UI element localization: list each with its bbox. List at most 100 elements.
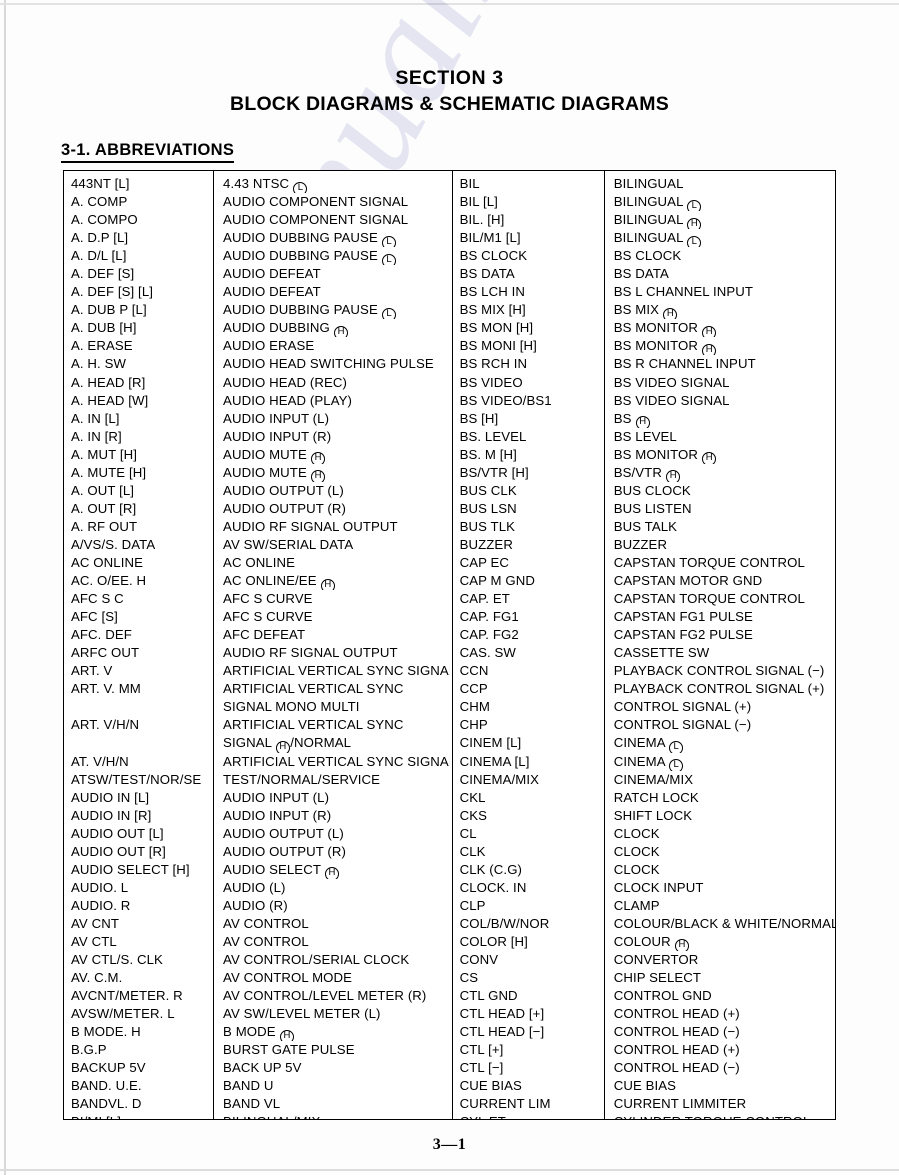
table-cell: AUDIO DUBBING PAUSE L: [214, 301, 450, 320]
table-cell: AUDIO COMPONENT SIGNAL: [223, 212, 409, 228]
table-cell: CAPSTAN MOTOR GND: [613, 573, 763, 589]
table-cell: CURRENT LIM: [459, 1096, 551, 1112]
table-cell: AC ONLINE/EE H: [214, 572, 450, 591]
table-cell: BS CLOCK: [459, 248, 528, 264]
table-cell: AUDIO SELECT [H]: [71, 861, 190, 877]
table-cell: CINEMA/MIX: [459, 771, 539, 787]
circled-letter-h-icon: H: [320, 578, 335, 591]
table-cell: BS/VTR H: [605, 464, 836, 482]
table-cell: AV SW/SERIAL DATA: [223, 536, 354, 552]
table-cell: BACKUP 5V: [71, 1060, 146, 1076]
table-cell: 4.43 NTSC L: [214, 175, 450, 194]
table-cell: CONTROL SIGNAL (−): [613, 717, 752, 733]
scan-edge-bottom: [0, 1169, 899, 1171]
table-cell: A. DEF [S]: [71, 266, 135, 282]
circled-letter-h-icon: H: [702, 452, 717, 464]
table-cell: CONTROL HEAD (+): [613, 1042, 740, 1058]
table-cell: A. COMP: [71, 194, 128, 210]
table-cell: CURRENT LIMMITER: [613, 1096, 747, 1112]
table-cell: CKS: [459, 807, 488, 823]
table-cell: B.G.P: [71, 1042, 107, 1058]
table-cell: BS/VTR [H]: [459, 464, 529, 480]
table-cell: BS [H]: [459, 410, 499, 426]
abbreviations-table: 443NT [L] A. COMP A. COMPO A. D.P [L] A. D/L…: [63, 170, 836, 1120]
table-cell: ARTIFICIAL VERTICAL SYNC SIGNAL: [223, 663, 450, 679]
table-cell: CLOCK INPUT: [613, 879, 704, 895]
circled-letter-l-icon: L: [293, 181, 308, 194]
table-cell: BUS LISTEN: [613, 500, 692, 516]
table-cell: AUDIO ERASE: [223, 338, 315, 354]
table-cell: AUDIO INPUT (R): [223, 807, 332, 823]
table-cell: CUE BIAS: [613, 1078, 677, 1094]
table-cell: BS MONITOR H: [605, 319, 836, 338]
table-cell: CONTROL GND: [613, 988, 712, 1004]
table-cell: AC ONLINE: [223, 554, 296, 570]
table-cell: AUDIO SELECT H: [214, 861, 450, 879]
table-cell: AUDIO DUBBING H: [214, 319, 450, 338]
table-cell: BIL [L]: [459, 194, 498, 210]
table-cell: BS DATA: [459, 266, 515, 282]
column-abbreviation-right: BIL BIL [L] BIL. [H] BIL/M1 [L] BS CLOCK BS D…: [453, 171, 605, 1119]
table-cell: AUDIO OUT [L]: [71, 825, 164, 841]
table-cell: CLK: [459, 843, 486, 859]
table-cell: BANDVL. D: [71, 1096, 142, 1112]
table-cell: AC. O/EE. H: [71, 573, 147, 589]
table-cell: BS H: [605, 410, 836, 428]
table-cell: ARFC OUT: [71, 645, 140, 661]
table-half-right: BIL BIL [L] BIL. [H] BIL/M1 [L] BS CLOCK BS D…: [451, 171, 836, 1119]
table-cell: CINEMA [L]: [459, 753, 530, 769]
column-abbreviation-left: 443NT [L] A. COMP A. COMPO A. D.P [L] A. D/L…: [64, 171, 215, 1119]
table-cell: CTL HEAD [+]: [459, 1006, 545, 1022]
table-cell: BS R CHANNEL INPUT: [613, 356, 756, 372]
table-cell: A. DUB [H]: [71, 320, 137, 336]
table-cell: CLAMP: [613, 897, 660, 913]
table-cell: CASSETTE SW: [613, 645, 710, 661]
table-cell: CINEMA/MIX: [613, 771, 694, 787]
page-number: 3—1: [432, 1136, 467, 1153]
table-cell: AUDIO HEAD (PLAY): [223, 392, 353, 408]
table-cell: ARTIFICIAL VERTICAL SYNC SIGNAL: [223, 753, 450, 769]
circled-letter-h-icon: H: [666, 470, 681, 482]
table-cell: B MODE. H: [71, 1024, 141, 1040]
table-cell: A. D.P [L]: [71, 230, 129, 246]
table-cell: CONVERTOR: [613, 952, 699, 968]
table-cell: BILINGUAL H: [605, 211, 836, 230]
table-cell: AV CONTROL: [223, 933, 309, 949]
table-cell: CAPSTAN TORQUE CONTROL: [613, 554, 805, 570]
table-cell: BAND. U.E.: [71, 1078, 142, 1094]
circled-letter-h-icon: H: [279, 1029, 294, 1042]
circled-letter-h-icon: H: [275, 740, 290, 753]
table-cell: BILINGUAL/MIX L: [214, 1113, 450, 1119]
table-cell: CAP. FG1: [459, 609, 519, 625]
table-cell: SHIFT LOCK: [613, 807, 693, 823]
section-title: BLOCK DIAGRAMS & SCHEMATIC DIAGRAMS: [230, 93, 669, 115]
table-cell: [64, 734, 213, 752]
table-cell: BS MON [H]: [459, 320, 534, 336]
table-cell: AT. V/H/N: [71, 753, 129, 769]
table-cell: AUDIO. R: [71, 897, 131, 913]
table-cell: AUDIO HEAD SWITCHING PULSE: [223, 356, 434, 372]
table-cell: BILINGUAL L: [605, 229, 836, 248]
table-cell: CCP: [459, 681, 488, 697]
table-cell: BIL. [H]: [459, 212, 505, 228]
table-cell: AUDIO (L): [223, 879, 286, 895]
scan-edge-top: [0, 3, 899, 5]
circled-letter-h-icon: H: [687, 217, 702, 230]
table-cell: ART. V: [71, 663, 113, 679]
table-cell: CLOCK: [613, 861, 660, 877]
table-cell: CAP EC: [459, 554, 510, 570]
table-cell: CTL [−]: [459, 1060, 504, 1076]
circled-letter-h-icon: H: [325, 867, 340, 879]
table-cell: BS VIDEO: [459, 374, 523, 390]
table-cell: CUE BIAS: [459, 1078, 522, 1094]
table-cell: SIGNAL H/NORMAL: [214, 734, 450, 753]
table-cell: A. DEF [S] [L]: [71, 284, 154, 300]
circled-letter-h-icon: H: [675, 939, 690, 952]
circled-letter-l-icon: L: [382, 253, 397, 266]
table-cell: CAPSTAN FG1 PULSE: [613, 609, 753, 625]
table-cell: AV CONTROL: [223, 915, 309, 931]
table-cell: BUS CLOCK: [613, 482, 691, 498]
table-cell: BIL/M1 [L]: [459, 230, 521, 246]
table-cell: BS. M [H]: [459, 446, 517, 462]
table-cell: CAPSTAN FG2 PULSE: [613, 627, 753, 643]
